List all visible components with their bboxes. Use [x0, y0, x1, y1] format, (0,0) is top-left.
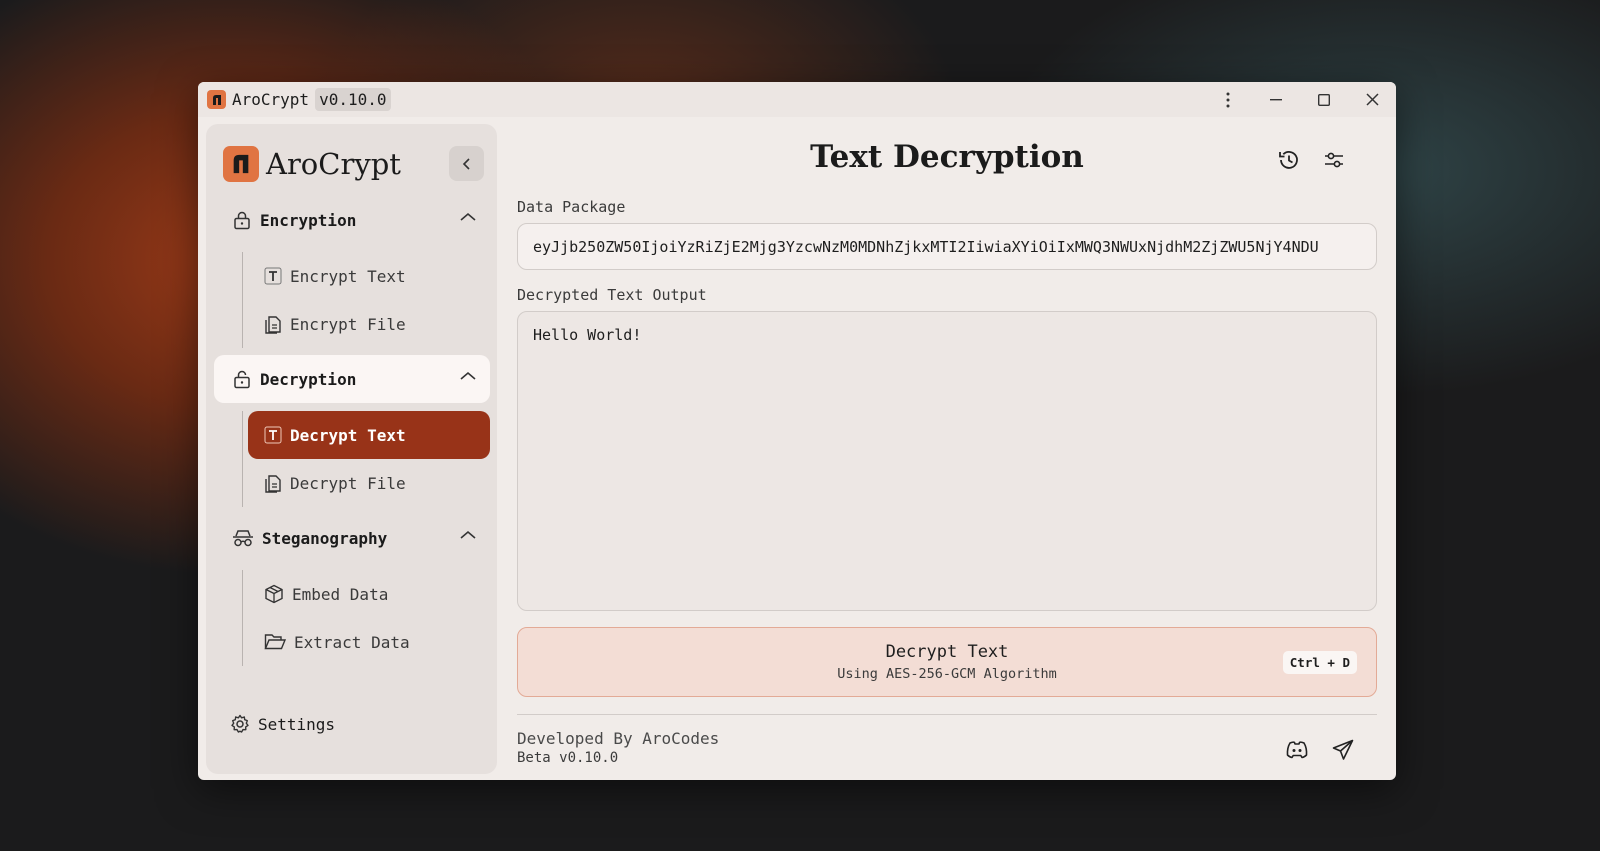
nav-settings[interactable]: Settings: [230, 714, 335, 734]
nav-encrypt-file[interactable]: Encrypt File: [248, 300, 490, 348]
maximize-button[interactable]: [1300, 82, 1348, 117]
chevron-up-icon: [460, 371, 476, 380]
history-button[interactable]: [1274, 145, 1304, 175]
app-logo-icon: [223, 146, 259, 182]
section-steganography[interactable]: Steganography: [214, 514, 490, 562]
gear-icon: [231, 714, 249, 733]
chevron-up-icon: [460, 212, 476, 221]
history-icon: [1279, 151, 1298, 169]
brand: AroCrypt: [223, 146, 401, 182]
section-label: Steganography: [262, 528, 388, 548]
minimize-icon: [1270, 98, 1282, 100]
data-package-label: Data Package: [517, 198, 626, 216]
maximize-icon: [1318, 93, 1330, 106]
section-label: Decryption: [260, 369, 357, 389]
box-icon: [265, 584, 283, 604]
app-logo-icon: [207, 90, 226, 109]
telegram-button[interactable]: [1328, 735, 1358, 765]
section-label: Encryption: [260, 210, 357, 230]
decrypt-button-subtitle: Using AES-256-GCM Algorithm: [837, 666, 1057, 682]
shortcut-badge: Ctrl + D: [1282, 651, 1357, 674]
lock-icon: [234, 211, 250, 230]
nav-embed-data[interactable]: Embed Data: [248, 570, 490, 618]
nav-extract-data[interactable]: Extract Data: [248, 618, 490, 666]
discord-icon: [1286, 741, 1308, 759]
brand-name: AroCrypt: [266, 147, 401, 181]
footer-divider: [517, 714, 1377, 715]
tree-line: [242, 570, 243, 666]
sliders-icon: [1325, 152, 1343, 168]
collapse-sidebar-button[interactable]: [449, 146, 484, 181]
tree-line: [242, 252, 243, 348]
data-package-input[interactable]: eyJjb250ZW50IjoiYzRiZjE2Mjg3YzcwNzM0MDNh…: [517, 223, 1377, 270]
page-title: Text Decryption: [810, 139, 1084, 175]
app-window: AroCrypt v0.10.0 AroCrypt Encryption Enc…: [198, 82, 1396, 780]
chevron-up-icon: [460, 530, 476, 539]
decrypt-text-button[interactable]: Decrypt Text Using AES-256-GCM Algorithm…: [517, 627, 1377, 697]
output-label: Decrypted Text Output: [517, 286, 707, 304]
unlock-icon: [234, 370, 250, 389]
section-decryption[interactable]: Decryption: [214, 355, 490, 403]
nav-encrypt-text[interactable]: Encrypt Text: [248, 252, 490, 300]
decrypted-output-textarea[interactable]: Hello World!: [517, 311, 1377, 611]
close-button[interactable]: [1348, 82, 1396, 117]
close-icon: [1365, 93, 1379, 106]
discord-button[interactable]: [1282, 735, 1312, 765]
file-icon: [265, 316, 281, 334]
text-icon: [264, 267, 282, 285]
sidebar: AroCrypt Encryption Encrypt Text Encrypt…: [206, 124, 497, 774]
filters-button[interactable]: [1319, 145, 1349, 175]
more-options-button[interactable]: [1204, 82, 1252, 117]
minimize-button[interactable]: [1252, 82, 1300, 117]
data-package-value: eyJjb250ZW50IjoiYzRiZjE2Mjg3YzcwNzM0MDNh…: [533, 237, 1319, 256]
main-content: Text Decryption Data Package eyJjb250ZW5…: [517, 117, 1377, 780]
section-encryption[interactable]: Encryption: [214, 196, 490, 244]
footer-version: Beta v0.10.0: [517, 750, 619, 766]
tree-line: [242, 411, 243, 507]
nav-decrypt-file[interactable]: Decrypt File: [248, 459, 490, 507]
developer-credit: Developed By AroCodes: [517, 729, 720, 748]
decrypt-button-label: Decrypt Text: [885, 642, 1009, 662]
text-icon: [264, 426, 282, 444]
telegram-icon: [1332, 739, 1354, 760]
title-bar[interactable]: AroCrypt v0.10.0: [198, 82, 1396, 117]
kebab-icon: [1226, 92, 1230, 107]
spy-icon: [233, 530, 253, 547]
folder-open-icon: [264, 634, 286, 650]
file-icon: [265, 475, 281, 493]
version-badge: v0.10.0: [315, 88, 391, 111]
window-title: AroCrypt: [232, 90, 310, 109]
chevron-left-icon: [462, 157, 470, 170]
nav-decrypt-text[interactable]: Decrypt Text: [248, 411, 490, 459]
